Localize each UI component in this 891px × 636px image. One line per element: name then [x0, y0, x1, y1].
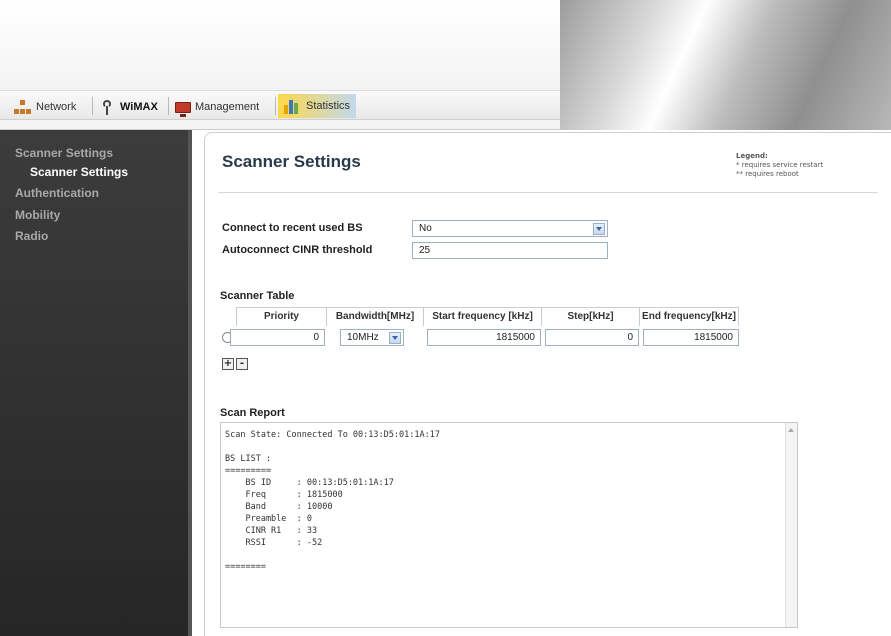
connect-recent-bs-select[interactable]: No: [412, 220, 608, 237]
tab-divider: [92, 97, 93, 115]
tab-divider: [275, 97, 276, 115]
connect-recent-bs-label: Connect to recent used BS: [222, 222, 363, 234]
cinr-threshold-label: Autoconnect CINR threshold: [222, 244, 373, 256]
header-bandwidth: Bandwidth[MHz]: [326, 308, 423, 326]
start-frequency-input[interactable]: 1815000: [427, 329, 541, 346]
legend-reboot: ** requires reboot: [736, 170, 799, 178]
header-end-frequency: End frequency[kHz]: [639, 308, 739, 326]
tab-network-label: Network: [36, 101, 77, 113]
header: Network WiMAX Management Statistics: [0, 0, 891, 130]
cinr-threshold-value: 25: [419, 245, 431, 256]
main-tab-bar: Network WiMAX Management Statistics: [0, 90, 560, 120]
bandwidth-value: 10MHz: [347, 332, 379, 343]
sidebar-item-scanner-settings[interactable]: Scanner Settings: [30, 165, 128, 179]
tab-management-label: Management: [195, 101, 260, 113]
chevron-down-icon: [593, 223, 605, 235]
scan-report-title: Scan Report: [220, 407, 285, 419]
add-row-button[interactable]: +: [222, 358, 234, 370]
tab-statistics-label: Statistics: [306, 100, 351, 112]
end-frequency-input[interactable]: 1815000: [643, 329, 739, 346]
sidebar-item-scanner-settings-group[interactable]: Scanner Settings: [15, 146, 113, 160]
sidebar: Scanner Settings Scanner Settings Authen…: [0, 130, 192, 636]
bar-chart-icon: [284, 98, 302, 114]
scrollbar[interactable]: [785, 423, 797, 627]
tab-wimax-label: WiMAX: [120, 101, 158, 113]
tab-management[interactable]: Management: [175, 97, 259, 117]
connect-recent-bs-value: No: [419, 223, 432, 234]
bandwidth-select[interactable]: 10MHz: [340, 329, 404, 346]
legend: Legend: * requires service restart ** re…: [736, 152, 823, 179]
tab-wimax[interactable]: WiMAX: [98, 97, 158, 117]
title-divider: [218, 192, 878, 193]
antenna-icon: [98, 99, 116, 115]
header-decoration: [560, 0, 891, 130]
header-step: Step[kHz]: [541, 308, 639, 326]
scan-report-textarea[interactable]: Scan State: Connected To 00:13:D5:01:1A:…: [220, 422, 798, 628]
monitor-icon: [175, 101, 191, 117]
sidebar-item-mobility[interactable]: Mobility: [15, 208, 60, 222]
tab-network[interactable]: Network: [14, 97, 76, 117]
legend-service-restart: * requires service restart: [736, 161, 824, 169]
step-input[interactable]: 0: [545, 329, 639, 346]
tab-divider: [168, 97, 169, 115]
sidebar-item-radio[interactable]: Radio: [15, 229, 48, 243]
header-start-frequency: Start frequency [kHz]: [423, 308, 541, 326]
tab-statistics[interactable]: Statistics: [278, 94, 357, 118]
header-priority: Priority: [236, 308, 326, 326]
scan-report-text: Scan State: Connected To 00:13:D5:01:1A:…: [225, 430, 440, 572]
page-title: Scanner Settings: [222, 152, 361, 171]
sidebar-item-authentication[interactable]: Authentication: [15, 186, 99, 200]
remove-row-button[interactable]: -: [236, 358, 248, 370]
scanner-table-title: Scanner Table: [220, 290, 295, 302]
scroll-up-icon[interactable]: [786, 425, 796, 435]
network-icon: [14, 99, 32, 115]
chevron-down-icon: [389, 332, 401, 344]
cinr-threshold-input[interactable]: 25: [412, 242, 608, 259]
priority-input[interactable]: 0: [230, 329, 325, 346]
legend-title: Legend:: [736, 152, 768, 160]
scanner-table-header: Priority Bandwidth[MHz] Start frequency …: [236, 307, 739, 326]
